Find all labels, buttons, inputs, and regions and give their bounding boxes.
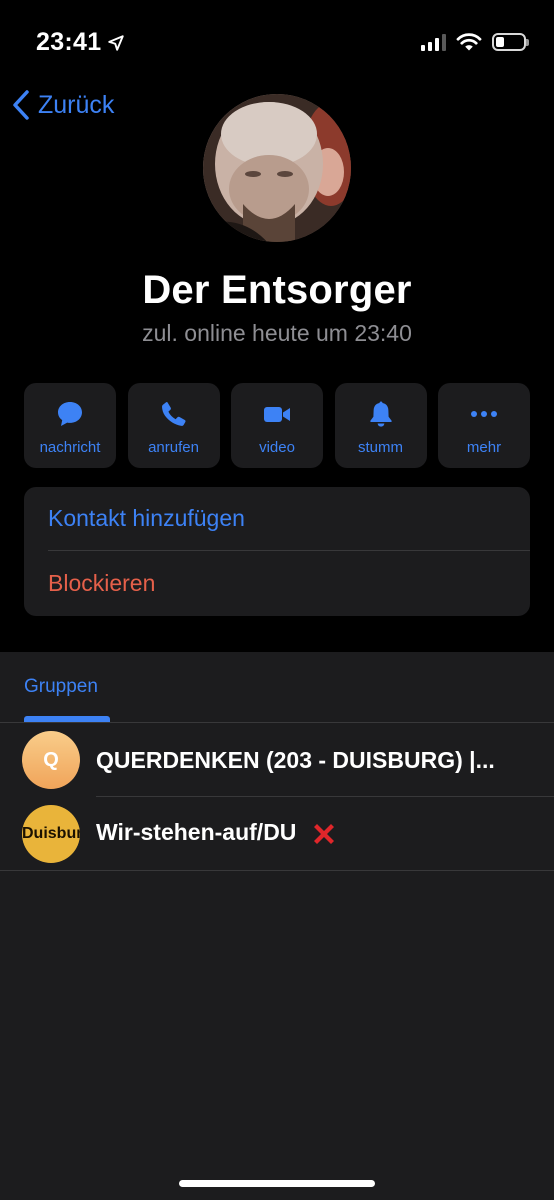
- bell-icon: [369, 401, 392, 427]
- group-name: QUERDENKEN (203 - DUISBURG) |...: [96, 746, 495, 773]
- phone-icon: [161, 401, 186, 426]
- red-cross-icon: [313, 824, 334, 844]
- contact-info-screen: 23:41 Zurück Der Entsorger zul. online h…: [0, 0, 554, 1200]
- call-button-label: anrufen: [148, 439, 199, 456]
- profile-photo: [203, 94, 351, 242]
- message-button-label: nachricht: [39, 439, 101, 456]
- status-bar: 23:41: [0, 0, 554, 88]
- group-list-item[interactable]: Duisbur Wir-stehen-auf/DU: [0, 797, 554, 871]
- location-arrow-icon: [108, 34, 125, 51]
- group-name-wrapper: Wir-stehen-auf/DU: [96, 819, 339, 849]
- more-button-label: mehr: [466, 439, 502, 456]
- status-icons: [421, 32, 529, 52]
- group-avatar: Duisbur: [22, 805, 80, 863]
- home-indicator[interactable]: [179, 1180, 375, 1187]
- contact-options: Kontakt hinzufügen Blockieren: [24, 487, 530, 616]
- action-buttons: nachricht anrufen video stumm mehr: [24, 383, 530, 468]
- contact-last-seen: zul. online heute um 23:40: [142, 320, 412, 346]
- message-button[interactable]: nachricht: [24, 383, 116, 468]
- mute-button-label: stumm: [358, 439, 403, 456]
- cellular-signal-icon: [421, 33, 446, 51]
- more-button[interactable]: mehr: [438, 383, 530, 468]
- chat-bubble-icon: [58, 402, 82, 426]
- mute-button[interactable]: stumm: [334, 383, 427, 468]
- group-name: Wir-stehen-auf/DU: [96, 819, 297, 846]
- profile-avatar[interactable]: [203, 94, 351, 242]
- contact-name: Der Entsorger: [142, 268, 412, 312]
- video-button-label: video: [259, 439, 295, 456]
- group-avatar-text: Duisbur: [22, 825, 80, 842]
- ellipsis-icon: [471, 411, 497, 417]
- back-label: Zurück: [38, 90, 115, 119]
- group-list-item[interactable]: Q QUERDENKEN (203 - DUISBURG) |...: [0, 723, 554, 797]
- video-button[interactable]: video: [231, 383, 323, 468]
- groups-section: Gruppen Q QUERDENKEN (203 - DUISBURG) |.…: [0, 652, 554, 1200]
- chevron-left-icon: [13, 90, 29, 120]
- wifi-icon: [456, 33, 482, 51]
- call-button[interactable]: anrufen: [127, 383, 220, 468]
- battery-level: [496, 37, 504, 47]
- status-time-text: 23:41: [36, 28, 102, 56]
- group-avatar: Q: [22, 731, 80, 789]
- status-time: 23:41: [36, 28, 125, 57]
- back-button[interactable]: Zurück: [10, 88, 114, 122]
- video-camera-icon: [264, 407, 290, 422]
- divider: [0, 870, 554, 871]
- tab-groups[interactable]: Gruppen: [24, 676, 98, 698]
- add-contact-button[interactable]: Kontakt hinzufügen: [48, 487, 530, 551]
- block-button[interactable]: Blockieren: [24, 551, 530, 615]
- battery-icon: [492, 33, 529, 51]
